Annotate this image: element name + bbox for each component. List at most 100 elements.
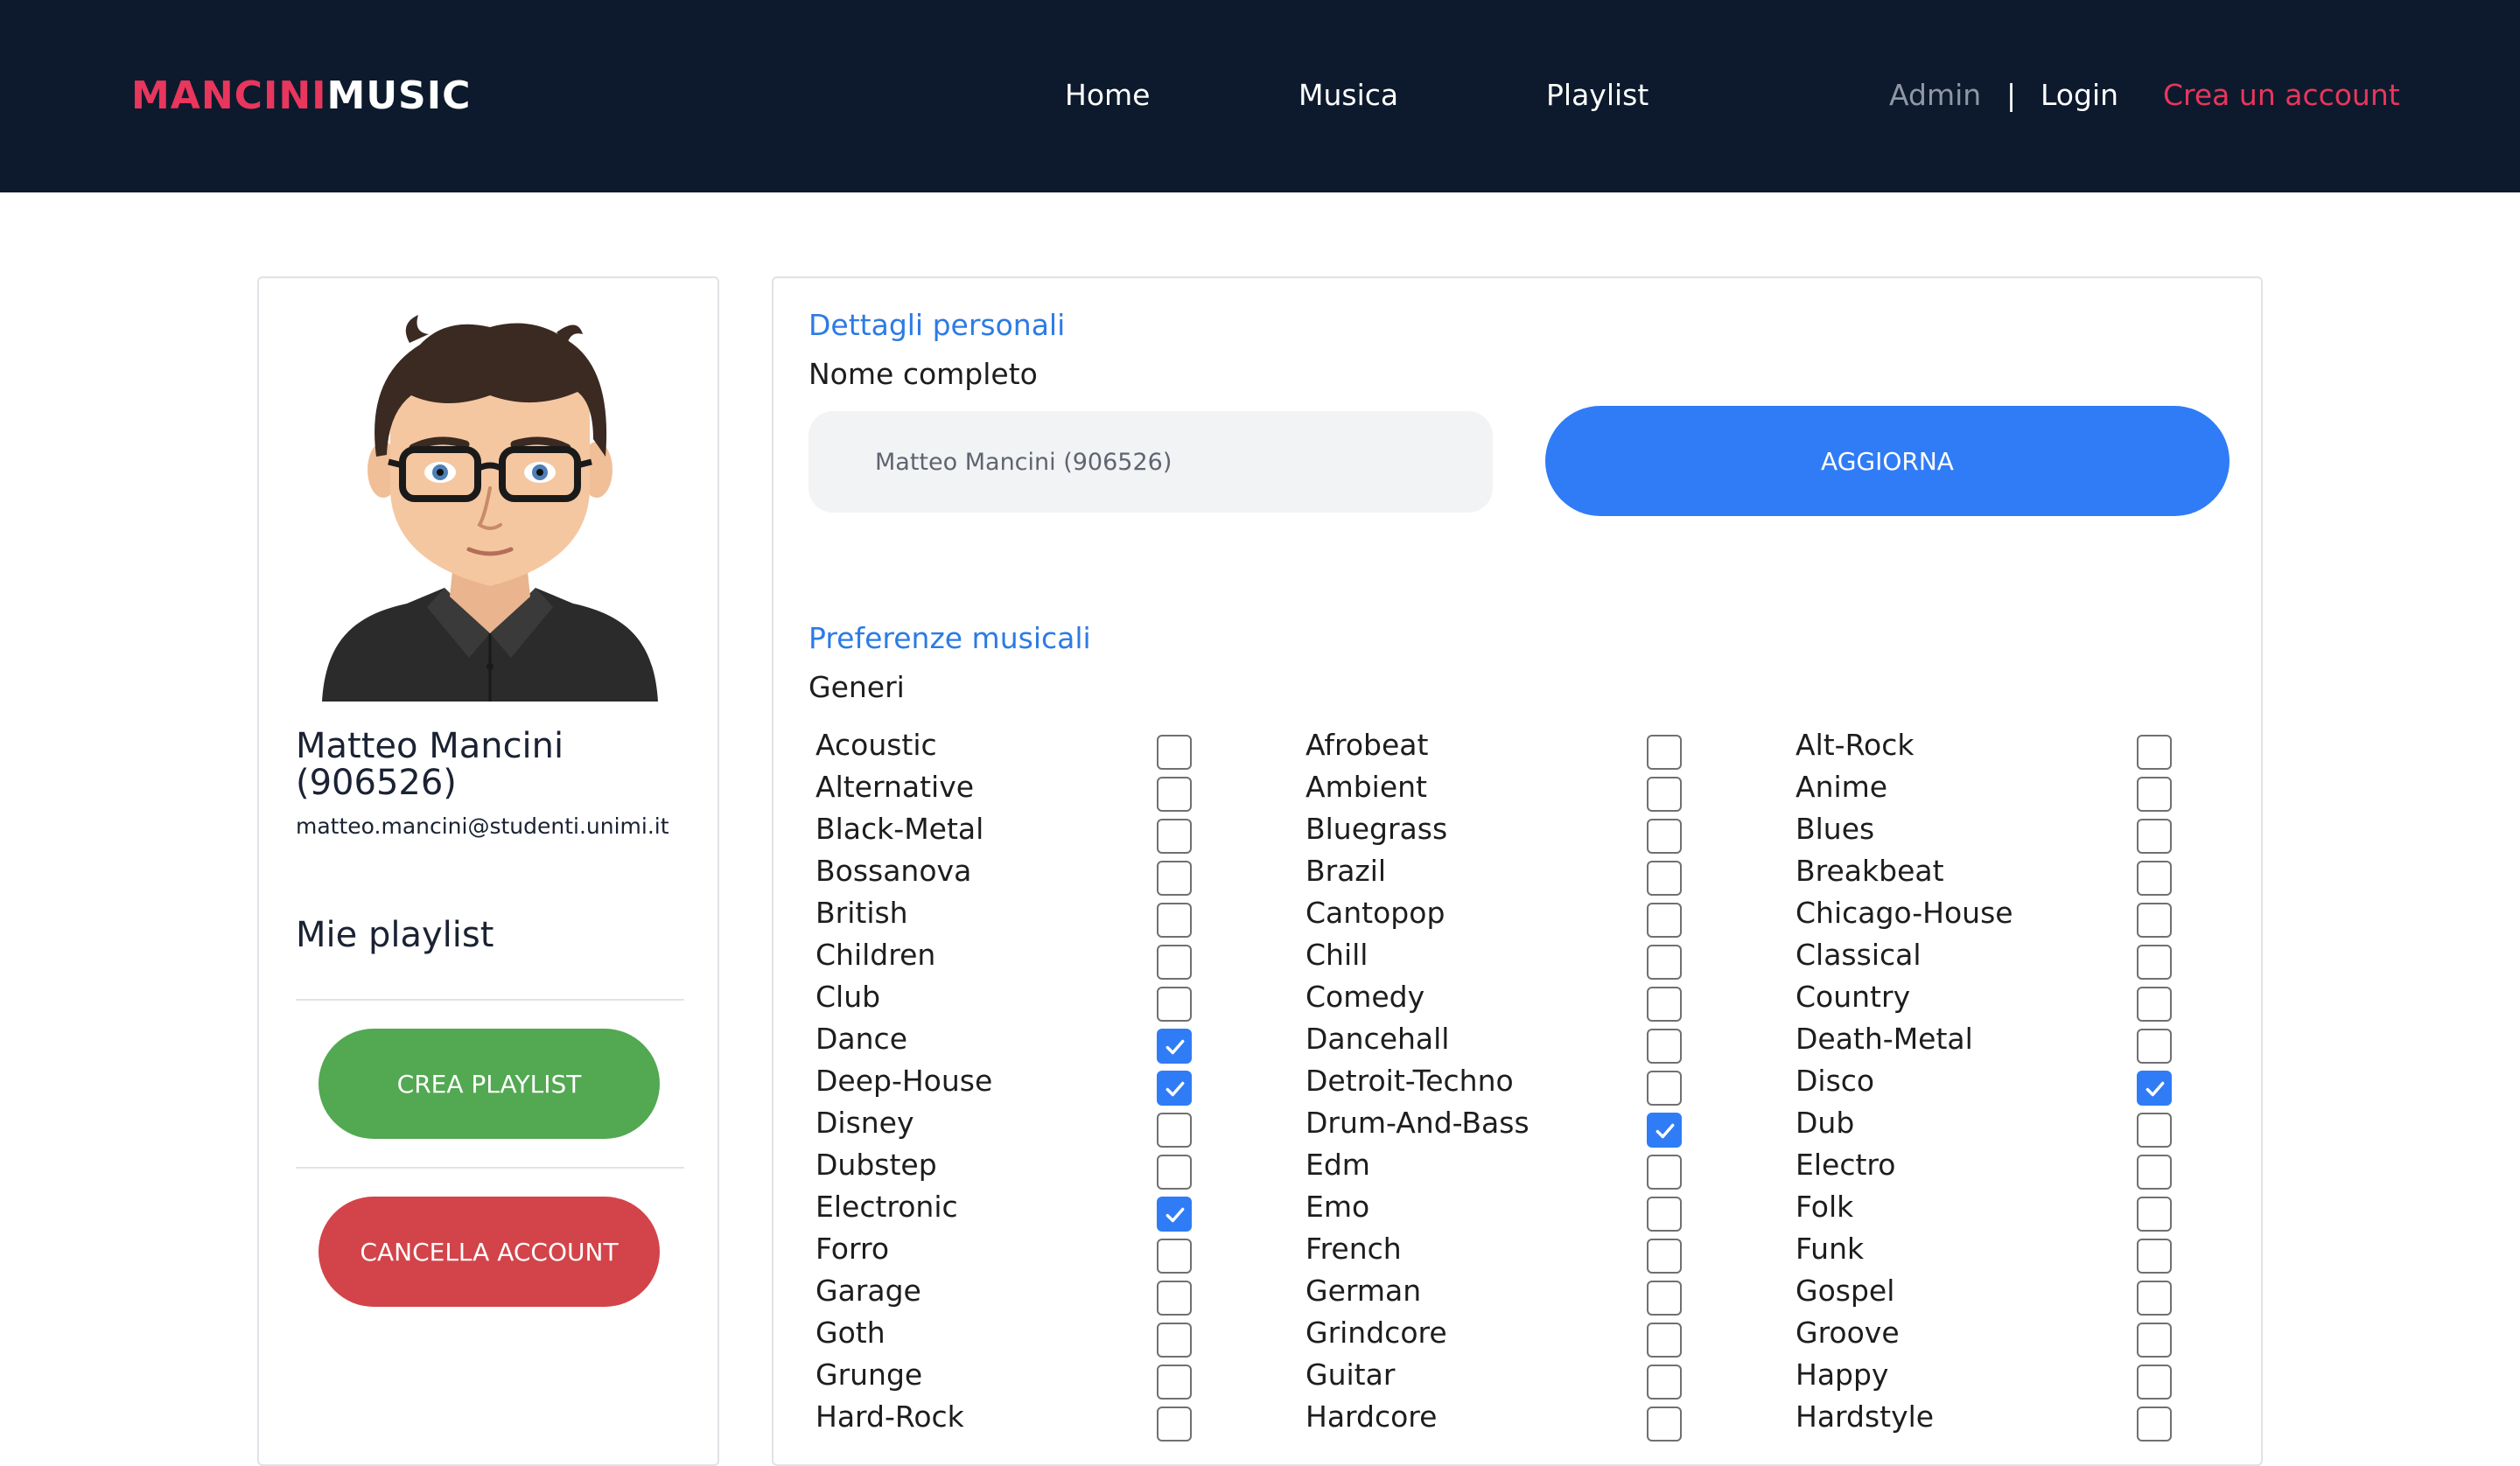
genre-checkbox[interactable] [1647,903,1682,938]
update-button[interactable]: AGGIORNA [1545,406,2230,516]
genre-checkbox[interactable] [1647,1407,1682,1442]
genre-checkbox[interactable] [1647,1323,1682,1358]
genre-label: Dub [1796,1106,1855,1140]
nav-link-musica[interactable]: Musica [1298,73,1398,117]
genre-checkbox[interactable] [1157,1071,1192,1106]
nav-separator: | [2006,78,2017,112]
genre-checkbox[interactable] [1647,1281,1682,1316]
genre-checkbox[interactable] [1647,1365,1682,1400]
genre-row: German [1306,1272,1796,1316]
genre-checkbox[interactable] [1157,861,1192,896]
genre-row: Death-Metal [1796,1020,2286,1064]
genre-label: Dancehall [1306,1022,1450,1056]
genre-checkbox[interactable] [1647,1029,1682,1064]
genre-checkbox[interactable] [1157,1113,1192,1148]
genre-label: Breakbeat [1796,854,1944,888]
full-name-input[interactable] [808,411,1493,513]
genre-checkbox[interactable] [2137,987,2172,1022]
genre-checkbox[interactable] [2137,777,2172,812]
full-name-label: Nome completo [808,357,1038,391]
genre-checkbox[interactable] [1647,987,1682,1022]
genre-row: Dubstep [816,1146,1306,1190]
genre-label: Groove [1796,1316,1900,1350]
genre-label: Chicago-House [1796,896,2013,930]
genre-checkbox[interactable] [2137,1239,2172,1274]
genre-checkbox[interactable] [2137,819,2172,854]
genre-checkbox[interactable] [2137,903,2172,938]
genre-label: Gospel [1796,1274,1895,1308]
genre-checkbox[interactable] [1157,903,1192,938]
check-icon [1656,1123,1675,1139]
nav-link-playlist[interactable]: Playlist [1546,73,1648,117]
genre-label: Comedy [1306,980,1425,1014]
genre-label: German [1306,1274,1422,1308]
nav-link-admin[interactable]: Admin [1889,73,1981,117]
genre-checkbox[interactable] [2137,1407,2172,1442]
genre-label: Club [816,980,881,1014]
genre-checkbox[interactable] [1647,1197,1682,1232]
genre-label: Blues [1796,812,1875,846]
genre-row: Dancehall [1306,1020,1796,1064]
genre-checkbox[interactable] [2137,1029,2172,1064]
profile-email: matteo.mancini@studenti.unimi.it [296,813,669,839]
genre-checkbox[interactable] [1157,945,1192,980]
genre-checkbox[interactable] [1157,1239,1192,1274]
genre-checkbox[interactable] [1647,1155,1682,1190]
genre-checkbox[interactable] [1157,735,1192,770]
genre-checkbox[interactable] [1157,1029,1192,1064]
genre-label: Edm [1306,1148,1370,1182]
create-playlist-button[interactable]: CREA PLAYLIST [318,1029,660,1139]
genre-label: Folk [1796,1190,1854,1224]
genre-checkbox[interactable] [2137,1365,2172,1400]
genre-checkbox[interactable] [1157,987,1192,1022]
genres-column-1: Acoustic Alternative Black-Metal Bossanova B… [816,726,1306,1442]
nav-link-signup[interactable]: Crea un account [2163,73,2400,117]
genre-row: Acoustic [816,726,1306,770]
genre-checkbox[interactable] [2137,1155,2172,1190]
genre-row: Happy [1796,1356,2286,1400]
genre-checkbox[interactable] [1157,1365,1192,1400]
genre-row: Comedy [1306,978,1796,1022]
genre-checkbox[interactable] [1647,1071,1682,1106]
check-icon [2146,1081,2165,1097]
genre-checkbox[interactable] [1157,1407,1192,1442]
genre-row: Alternative [816,768,1306,812]
genre-checkbox[interactable] [1157,819,1192,854]
genre-label: Hard-Rock [816,1400,964,1434]
genre-checkbox[interactable] [1157,777,1192,812]
genre-checkbox[interactable] [1647,1113,1682,1148]
genre-checkbox[interactable] [1647,1239,1682,1274]
genre-checkbox[interactable] [2137,1281,2172,1316]
genre-checkbox[interactable] [1647,861,1682,896]
genre-checkbox[interactable] [1647,945,1682,980]
genre-label: Children [816,938,936,972]
divider [296,999,684,1001]
genre-checkbox[interactable] [2137,735,2172,770]
brand-logo[interactable]: MANCINIMUSIC [131,70,471,122]
delete-account-button[interactable]: CANCELLA ACCOUNT [318,1197,660,1307]
genre-row: Deep-House [816,1062,1306,1106]
nav-link-login[interactable]: Login [2040,73,2118,117]
genre-checkbox[interactable] [1647,777,1682,812]
genre-checkbox[interactable] [1157,1197,1192,1232]
nav-link-home[interactable]: Home [1065,73,1150,117]
genre-label: Goth [816,1316,886,1350]
genre-checkbox[interactable] [2137,1323,2172,1358]
genre-checkbox[interactable] [2137,861,2172,896]
genre-checkbox[interactable] [1157,1281,1192,1316]
genre-row: Electronic [816,1188,1306,1232]
genre-checkbox[interactable] [1647,735,1682,770]
genre-checkbox[interactable] [1647,819,1682,854]
genre-label: Deep-House [816,1064,993,1098]
genre-checkbox[interactable] [2137,1071,2172,1106]
genre-row: Club [816,978,1306,1022]
genre-label: Happy [1796,1358,1889,1392]
genre-checkbox[interactable] [1157,1155,1192,1190]
genre-checkbox[interactable] [1157,1323,1192,1358]
genre-checkbox[interactable] [2137,945,2172,980]
check-icon [1166,1207,1185,1223]
genre-checkbox[interactable] [2137,1197,2172,1232]
brand-logo-part1: MANCINI [131,73,327,118]
genre-label: Cantopop [1306,896,1446,930]
genre-checkbox[interactable] [2137,1113,2172,1148]
